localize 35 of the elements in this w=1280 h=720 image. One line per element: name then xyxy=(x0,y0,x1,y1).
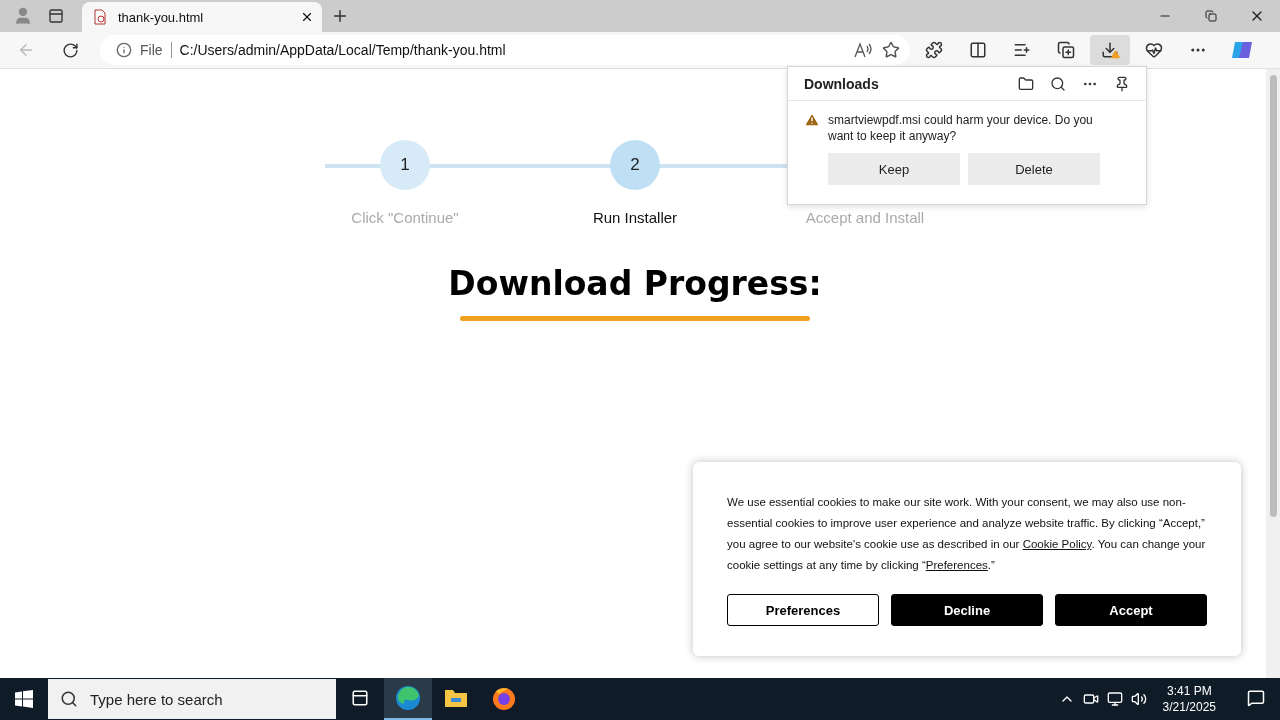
volume-icon[interactable] xyxy=(1130,691,1147,707)
taskbar-app[interactable] xyxy=(384,678,432,720)
start-icon[interactable] xyxy=(15,690,33,708)
favorite-icon[interactable] xyxy=(882,41,900,59)
downloads-icon[interactable] xyxy=(1090,35,1130,65)
cookie-link[interactable]: Preferences xyxy=(925,559,988,571)
firefox-icon xyxy=(491,685,517,711)
scrollbar[interactable] xyxy=(1266,69,1280,678)
taskbar-search-field[interactable]: Type here to search xyxy=(48,679,336,719)
page-heading: Download Progress: xyxy=(448,264,822,303)
download-action-button[interactable]: Keep xyxy=(828,153,960,185)
read-aloud-icon[interactable] xyxy=(854,42,874,58)
step-label: Accept and Install xyxy=(805,209,925,226)
cookie-button[interactable]: Decline xyxy=(891,594,1043,626)
warning-icon xyxy=(804,112,820,128)
downloads-title: Downloads xyxy=(804,75,880,92)
step-circle: 1 xyxy=(380,140,430,190)
folder-icon xyxy=(444,688,468,708)
step-circle: 2 xyxy=(610,140,660,190)
download-warning: smartviewpdf.msi could harm your device. Do you want to keep it anyway? xyxy=(828,112,1094,144)
info-icon[interactable] xyxy=(116,42,132,58)
browser-tab[interactable]: thank-you.html xyxy=(82,2,322,32)
step-label: Run Installer xyxy=(592,209,678,226)
close-tab-icon[interactable] xyxy=(300,10,314,24)
cookie-button[interactable]: Preferences xyxy=(727,594,879,626)
clock[interactable]: 3:41 PM 3/21/2025 xyxy=(1154,683,1224,715)
cookie-button[interactable]: Accept xyxy=(1055,594,1207,626)
browser-icon xyxy=(395,685,421,711)
search-icon xyxy=(60,690,78,708)
step-label: Click "Continue" xyxy=(351,209,459,226)
page-icon xyxy=(92,9,108,25)
cookie-notice: We use essential cookies to make our site work. With your consent, we may also use non-essential cookies to improve user experience and analyze website traffic. By clicking “Accept,” you agree to our website's cookie use as described in our Cookie Policy. You can change your cookie settings at any time by clicking “Preferences.” xyxy=(727,495,1207,573)
download-action-button[interactable]: Delete xyxy=(968,153,1100,185)
address-bar[interactable]: File C:/Users/admin/AppData/Local/Temp/thank-you.html xyxy=(100,35,910,65)
camera-icon[interactable] xyxy=(1082,691,1099,707)
